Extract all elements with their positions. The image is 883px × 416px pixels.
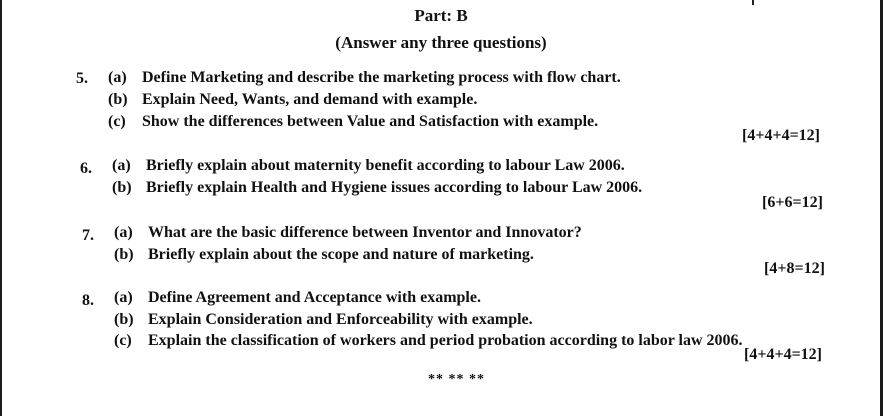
item-text: Show the differences between Value and S… xyxy=(142,113,599,130)
question-6a: (a) Briefly explain about maternity benef… xyxy=(112,157,625,175)
item-label: (c) xyxy=(108,113,126,130)
question-5-number: 5. xyxy=(76,70,88,87)
question-5-marks: [4+4+4=12] xyxy=(742,127,821,144)
question-8a: (a) Define Agreement and Acceptance with … xyxy=(114,289,481,307)
question-5a: (a) Define Marketing and describe the mar… xyxy=(108,69,621,87)
item-text: What are the basic difference between In… xyxy=(148,224,582,241)
item-label: (b) xyxy=(108,91,128,108)
item-label: (a) xyxy=(112,157,131,174)
item-text: Briefly explain about maternity benefit … xyxy=(146,157,625,174)
item-label: (a) xyxy=(114,289,133,306)
question-8-marks: [4+4+4=12] xyxy=(744,346,823,363)
item-label: (c) xyxy=(114,332,132,349)
question-8c: (c) Explain the classification of workers… xyxy=(114,332,743,350)
item-text: Briefly explain Health and Hygiene issue… xyxy=(146,179,643,196)
item-text: Define Marketing and describe the market… xyxy=(142,69,621,86)
end-of-paper-marker: ** ** ** xyxy=(428,372,485,387)
item-text: Explain Consideration and Enforceability… xyxy=(148,311,533,328)
item-label: (a) xyxy=(114,224,133,241)
question-6b: (b) Briefly explain Health and Hygiene is… xyxy=(112,179,642,197)
item-label: (b) xyxy=(114,311,134,328)
corner-mark xyxy=(752,0,754,5)
exam-page: Part: B (Answer any three questions) 5. … xyxy=(0,0,883,416)
item-text: Explain Need, Wants, and demand with exa… xyxy=(142,91,478,108)
question-7b: (b) Briefly explain about the scope and n… xyxy=(114,246,534,264)
item-label: (b) xyxy=(112,179,132,196)
item-text: Define Agreement and Acceptance with exa… xyxy=(148,289,481,306)
question-7-marks: [4+8=12] xyxy=(764,260,825,277)
question-6-marks: [6+6=12] xyxy=(762,194,823,211)
question-8b: (b) Explain Consideration and Enforceabil… xyxy=(114,311,533,329)
question-8-number: 8. xyxy=(82,292,94,309)
item-label: (b) xyxy=(114,246,134,263)
question-6-number: 6. xyxy=(80,160,92,177)
question-5c: (c) Show the differences between Value an… xyxy=(108,113,598,131)
item-text: Briefly explain about the scope and natu… xyxy=(148,246,534,263)
item-text: Explain the classification of workers an… xyxy=(148,332,743,349)
part-title: Part: B xyxy=(414,6,468,25)
question-7-number: 7. xyxy=(82,227,94,244)
question-7a: (a) What are the basic difference between… xyxy=(114,224,582,242)
item-label: (a) xyxy=(108,69,127,86)
question-5b: (b) Explain Need, Wants, and demand with … xyxy=(108,91,477,109)
part-instruction: (Answer any three questions) xyxy=(335,33,547,52)
